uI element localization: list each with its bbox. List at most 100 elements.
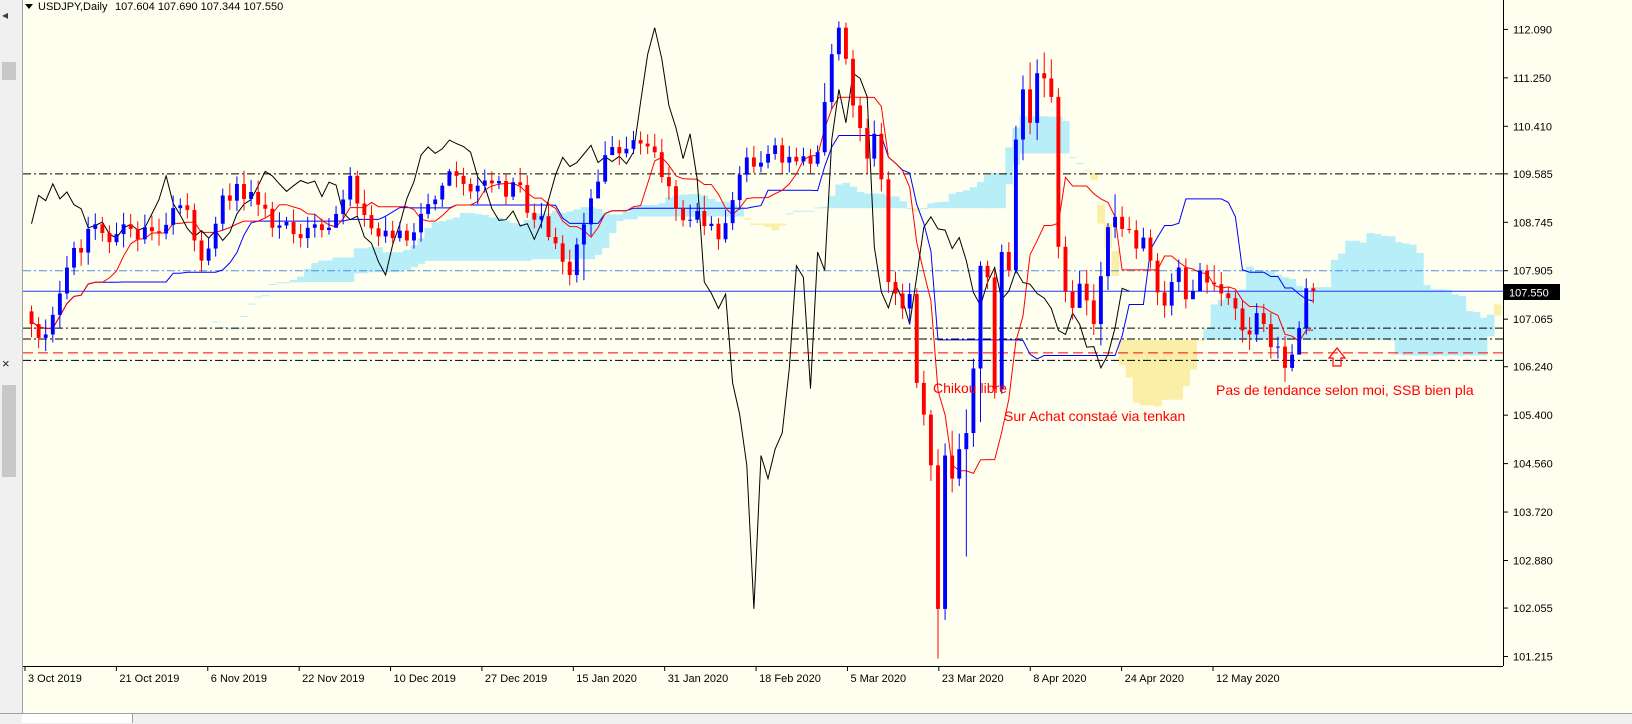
price-tick-label: 102.055 [1513, 603, 1553, 615]
candle-body [1013, 139, 1018, 271]
kumo-slice [1097, 204, 1106, 224]
candle-body [263, 204, 268, 209]
candle-body [234, 183, 239, 201]
kumo-slice [1323, 287, 1332, 340]
candle-body [1113, 216, 1117, 228]
kumo-slice [1479, 317, 1488, 356]
candle-body [149, 227, 154, 232]
candle-body [1261, 313, 1266, 325]
kumo-slice [1168, 339, 1176, 400]
kumo-slice [247, 303, 256, 305]
candle-body [511, 182, 516, 197]
price-tick-label: 107.905 [1513, 266, 1553, 278]
chart-canvas[interactable]: 112.090 111.250 110.410 109.585 108.745 107.9… [23, 0, 1632, 713]
candle-body [723, 223, 728, 240]
kumo-slice [1083, 170, 1091, 172]
kumo-slice [1387, 236, 1396, 341]
kumo-slice [877, 193, 886, 209]
candle-body [1056, 96, 1061, 247]
kumo-slice [856, 192, 865, 209]
kumo-slice [955, 192, 964, 209]
candle-body [808, 156, 813, 164]
kumo-slice [1352, 240, 1360, 340]
candle-body [312, 224, 317, 228]
candle-body [419, 213, 423, 233]
symbol-label: USDJPY,Daily [38, 1, 108, 13]
candle-body [886, 179, 891, 282]
kumo-slice [1366, 233, 1375, 340]
candle-body [1006, 251, 1011, 271]
candle-body [596, 181, 601, 199]
kumo-slice [1338, 253, 1346, 340]
chart-window[interactable]: 112.090 111.250 110.410 109.585 108.745 107.9… [23, 0, 1632, 723]
candle-body [645, 143, 650, 147]
candle-body [964, 433, 969, 450]
close-icon[interactable]: × [2, 356, 16, 372]
kumo-slice [424, 228, 433, 261]
kumo-slice [629, 208, 638, 220]
candle-body [433, 199, 438, 205]
kumo-slice [1394, 242, 1403, 355]
candle-body [1233, 298, 1238, 309]
candle-body [404, 230, 409, 241]
time-tick-label: 15 Jan 2020 [576, 673, 637, 685]
candle-body [277, 225, 282, 228]
side-scrollbar-thumb-lower[interactable] [2, 385, 16, 477]
candle-body [787, 156, 792, 163]
kumo-slice [1451, 294, 1460, 356]
candle-body [1240, 308, 1245, 331]
price-tick-label: 103.720 [1513, 507, 1553, 519]
candle-body [256, 192, 261, 205]
kumo-slice [771, 223, 780, 231]
chart-tabs-bar [0, 713, 1632, 724]
annotation-ssb: Pas de tendance selon moi, SSB bien pla [1216, 382, 1474, 398]
candle-body [914, 294, 919, 383]
kumo-slice [304, 268, 312, 282]
kumo-slice [1316, 287, 1325, 340]
candle-body [631, 140, 636, 149]
kumo-slice [1005, 147, 1013, 185]
kumo-slice [842, 182, 851, 209]
candle-body [72, 247, 76, 268]
candle-body [390, 230, 395, 239]
candle-body [192, 209, 197, 241]
candle-body [666, 177, 671, 187]
candle-body [341, 199, 346, 214]
kumo-slice [991, 172, 999, 209]
kumo-slice [984, 175, 992, 209]
kumo-slice [403, 249, 412, 270]
candle-body [1190, 291, 1195, 300]
candle-body [766, 153, 770, 163]
kumo-slice [615, 214, 624, 222]
kumo-slice [1146, 339, 1155, 406]
candle-body [1311, 288, 1316, 292]
kumo-slice [275, 282, 284, 284]
kumo-slice [261, 295, 270, 297]
chart-tab[interactable] [22, 714, 133, 723]
candle-body [1254, 313, 1259, 335]
candle-body [227, 195, 232, 201]
ohlc-label: 107.604 107.690 107.344 107.550 [115, 1, 283, 13]
candle-body [1106, 227, 1110, 277]
kumo-slice [757, 223, 766, 226]
kumo-slice [318, 260, 327, 282]
kumo-slice [948, 193, 957, 209]
kumo-slice [311, 262, 319, 282]
kumo-slice [1380, 235, 1389, 340]
kumo-slice [792, 210, 801, 212]
collapse-arrow-icon[interactable]: ◂ [2, 8, 16, 22]
kumo-slice [523, 219, 532, 261]
candle-body [1070, 291, 1075, 308]
kumo-slice [1465, 311, 1474, 356]
candle-body [496, 181, 501, 184]
candle-body [468, 183, 473, 192]
candle-body [879, 133, 884, 180]
candle-body [1035, 73, 1040, 123]
candle-body [383, 230, 388, 237]
side-scrollbar-thumb[interactable] [2, 62, 16, 80]
candle-body [900, 293, 905, 309]
candle-body [1290, 354, 1295, 368]
kumo-slice [637, 204, 645, 217]
candle-body [865, 128, 870, 159]
kumo-slice [1444, 289, 1453, 356]
